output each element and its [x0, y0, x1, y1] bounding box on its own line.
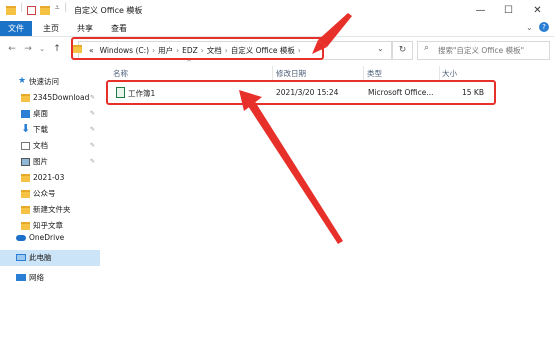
- annotation-arrow-bottom: [248, 100, 343, 244]
- annotation-arrow-top: [318, 13, 352, 47]
- annotation-arrows: [239, 13, 352, 244]
